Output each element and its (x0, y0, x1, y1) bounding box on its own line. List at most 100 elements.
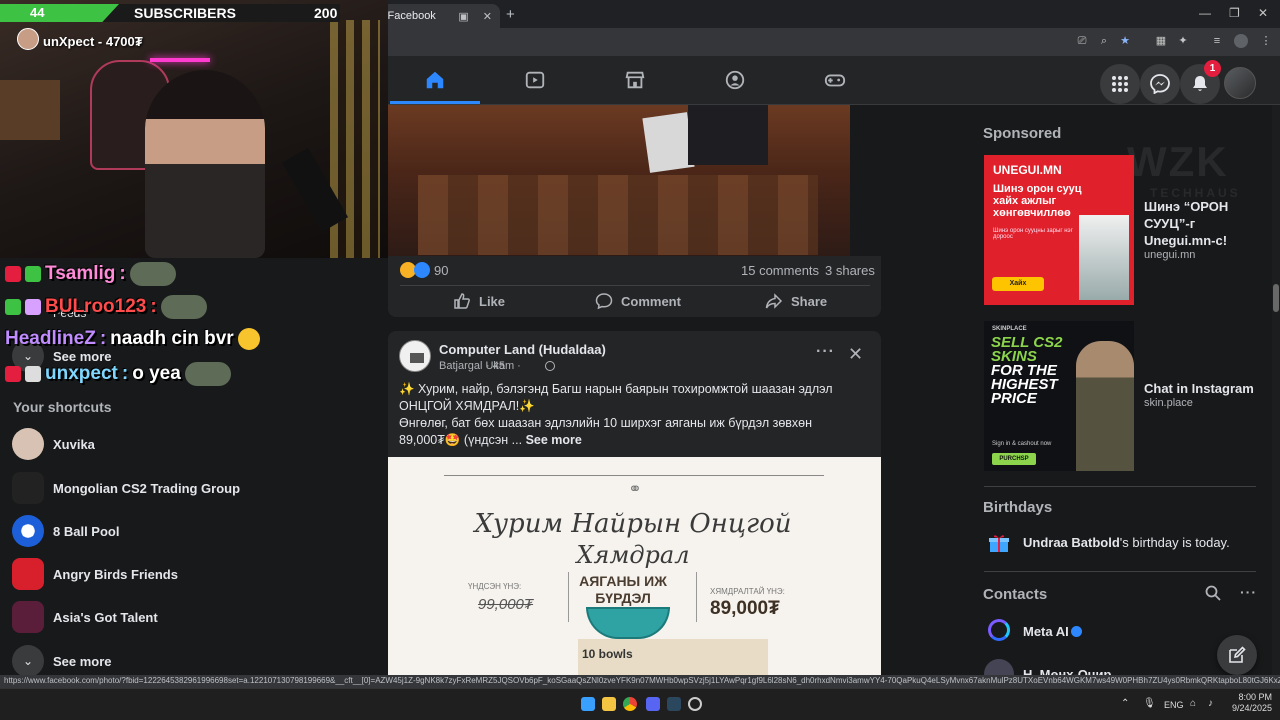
menu-button[interactable] (1100, 64, 1140, 104)
birthday-text[interactable]: Undraa Batbold's birthday is today. (1023, 535, 1230, 550)
frog-emote-icon (160, 295, 207, 319)
shares-count[interactable]: 3 shares (825, 263, 875, 278)
minimize-icon[interactable]: — (1199, 6, 1211, 20)
messenger-button[interactable] (1140, 64, 1180, 104)
shortcut-item[interactable]: Angry Birds Friends (0, 554, 388, 594)
tab-audio-icon[interactable]: ▣ (458, 10, 468, 23)
birthdays-title: Birthdays (983, 499, 1053, 516)
tab-close-icon[interactable]: ✕ (483, 10, 492, 23)
comment-button[interactable]: Comment (595, 291, 681, 311)
ad-link[interactable]: Шинэ “ОРОН СУУЦ”-г Unegui.mn-с! unegui.m… (1144, 198, 1259, 261)
gift-icon (989, 535, 1009, 552)
file-explorer-icon[interactable] (602, 697, 616, 711)
ad-headline: Шинэ орон сууц хайх ажлыг хөнгөвчиллөө (993, 183, 1082, 219)
extension-icon[interactable]: ▦ (1154, 34, 1168, 48)
scrollbar-thumb[interactable] (1273, 284, 1279, 312)
frog-emote-icon (184, 362, 231, 386)
chevron-down-icon: ⌄ (12, 645, 44, 677)
ad-image[interactable]: UNEGUI.MN Шинэ орон сууц хайх ажлыг хөнг… (984, 155, 1134, 305)
meta-ai-icon[interactable] (988, 619, 1010, 641)
bookmark-star-icon[interactable]: ★ (1118, 34, 1132, 48)
watermark: WZK (1127, 138, 1229, 185)
clock-time: 8:00 PM (1238, 692, 1272, 702)
character-image (1076, 341, 1134, 471)
windows-start-icon[interactable] (581, 697, 595, 711)
window-close-icon[interactable]: ✕ (1258, 6, 1268, 20)
shortcut-item[interactable]: Mongolian CS2 Trading Group (0, 468, 388, 508)
person-suit (688, 105, 768, 165)
page-name[interactable]: Computer Land (Hudaldaa) (439, 342, 606, 357)
clock[interactable]: 8:00 PM 9/24/2025 (1226, 692, 1272, 714)
zoom-icon[interactable]: ⌕ (1097, 34, 1111, 48)
steam-icon[interactable] (667, 697, 681, 711)
paper (642, 112, 695, 173)
nav-marketplace[interactable] (590, 56, 680, 104)
reaction-count[interactable]: 90 (434, 263, 448, 278)
profile-icon[interactable] (1234, 34, 1248, 48)
puzzle-icon[interactable]: ✦ (1176, 34, 1190, 48)
cast-icon[interactable]: ⎚ (1075, 34, 1089, 48)
ad-subtext: Sign in & cashout now (992, 441, 1052, 447)
nav-home[interactable] (390, 56, 480, 104)
sub-badge-icon (25, 266, 41, 282)
ad-link[interactable]: Chat in Instagram skin.place (1144, 380, 1264, 409)
globe-icon (545, 361, 555, 371)
browser-menu-icon[interactable]: ⋮ (1259, 34, 1273, 48)
microphone-icon[interactable]: 🎙 (1143, 698, 1156, 709)
clock-date: 9/24/2025 (1231, 703, 1272, 713)
nav-video[interactable] (490, 56, 580, 104)
account-avatar[interactable] (1224, 67, 1256, 99)
post-photo[interactable] (388, 105, 850, 256)
shortcuts-title: Your shortcuts (13, 399, 112, 415)
discord-icon[interactable] (646, 697, 660, 711)
divider (984, 486, 1256, 487)
like-button[interactable]: Like (453, 291, 505, 311)
see-more-link[interactable]: See more (526, 433, 582, 447)
subscriber-label: SUBSCRIBERS (134, 5, 236, 21)
network-icon[interactable]: ⌂ (1190, 698, 1196, 709)
scrollbar[interactable] (1272, 105, 1280, 675)
chat-user: Tsamlig (45, 263, 116, 284)
donor-avatar (17, 28, 39, 50)
xuvika-avatar (12, 428, 44, 460)
rings-icon: ⚭ (628, 481, 642, 498)
new-message-button[interactable] (1217, 635, 1257, 675)
search-icon[interactable] (1205, 585, 1221, 601)
tray-chevron-icon[interactable]: ⌃ (1121, 698, 1129, 709)
share-button[interactable]: Share (765, 291, 827, 311)
nav-groups[interactable] (690, 56, 780, 104)
post-text: ✨ Хурим, найр, бэлэгэнд Багш нарын баяры… (399, 381, 873, 449)
shortcut-item[interactable]: 8 Ball Pool (0, 511, 388, 551)
chat-user: BULroo123 (45, 296, 147, 317)
media-icon[interactable]: ≡ (1210, 34, 1224, 48)
subscriber-goal: 200 (314, 5, 338, 21)
language-indicator[interactable]: ENG (1164, 700, 1184, 710)
shortcut-label: Asia's Got Talent (53, 609, 158, 625)
birthday-suffix: 's birthday is today. (1119, 535, 1230, 550)
comments-count[interactable]: 15 comments (741, 263, 819, 278)
shortcut-item[interactable]: Asia's Got Talent (0, 597, 388, 637)
page-avatar[interactable] (399, 340, 431, 372)
volume-icon[interactable]: ♪ (1208, 698, 1213, 709)
contact-name[interactable]: Meta AI (1023, 624, 1069, 639)
new-tab-button[interactable]: + (506, 6, 515, 23)
chat-message: HeadlineZ: naadh cin bvr (5, 328, 260, 350)
hide-post-icon[interactable]: ✕ (848, 344, 863, 365)
obs-icon[interactable] (688, 697, 702, 711)
building-image (1079, 215, 1129, 300)
post-photo[interactable]: ⚭ Хурим Найрын Онцгой Хямдрал ҮНДСЭН ҮНЭ… (388, 457, 881, 675)
like-label: Like (479, 293, 506, 309)
laughing-emoji-icon (237, 328, 260, 350)
subscriber-goal-fill (0, 4, 119, 22)
contacts-options-icon[interactable]: ··· (1240, 584, 1257, 600)
comment-icon (595, 293, 613, 310)
post-options-icon[interactable]: ··· (816, 343, 835, 361)
chrome-icon[interactable] (623, 697, 637, 711)
ad-brand: SKINPLACE (992, 326, 1027, 332)
post-time[interactable]: · 45m · (486, 360, 521, 372)
chat-message: unxpect: o yea (5, 362, 231, 386)
nav-gaming[interactable] (790, 56, 880, 104)
ad-image[interactable]: SKINPLACE SELL CS2 SKINS FOR THE HIGHEST… (984, 321, 1134, 471)
maximize-icon[interactable]: ❐ (1229, 6, 1240, 20)
shortcut-item[interactable]: Xuvika (0, 424, 388, 464)
